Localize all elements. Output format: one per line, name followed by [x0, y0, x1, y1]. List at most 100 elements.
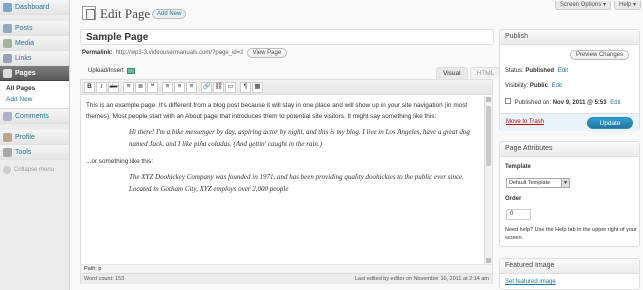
menu-label: Links	[15, 54, 32, 62]
status-row: Status: Published Edit	[505, 68, 568, 74]
attributes-help-text: Need help? Use the Help tab in the upper…	[505, 227, 637, 241]
add-new-button[interactable]: Add New	[152, 9, 187, 19]
editor-path: Path: p	[81, 264, 492, 273]
bullet-list-button[interactable]: ≡	[123, 81, 134, 93]
template-label: Template	[505, 164, 531, 170]
menu-item-tools[interactable]: Tools	[0, 145, 69, 160]
content-paragraph: This is an example page. It's different …	[86, 102, 468, 121]
align-left-button[interactable]: ≡	[162, 81, 173, 93]
page-title: Edit Page	[100, 6, 151, 21]
numbered-list-button[interactable]: ≣	[135, 81, 146, 93]
chevron-down-icon: ▼	[561, 179, 569, 187]
visibility-value: Public	[529, 83, 548, 89]
editor-status: Word count: 153 Last edited by editor on…	[81, 273, 492, 284]
last-edited: Last edited by editor on November 10, 20…	[354, 276, 489, 282]
edit-status-link[interactable]: Edit	[558, 68, 568, 74]
preview-changes-button[interactable]: Preview Changes	[569, 50, 629, 60]
scroll-down-arrow[interactable]	[486, 258, 491, 263]
strikethrough-button[interactable]: abc	[108, 81, 119, 93]
status-label: Status:	[505, 68, 524, 74]
editor-content[interactable]: This is an example page. It's different …	[86, 100, 484, 201]
screen-options-button[interactable]: Screen Options ▾	[555, 1, 612, 10]
italic-button[interactable]: I	[96, 81, 107, 93]
scroll-up-arrow[interactable]	[486, 97, 491, 102]
submenu-add-new[interactable]: Add New	[0, 94, 69, 105]
menu-item-dashboard[interactable]: Dashboard	[0, 0, 69, 15]
page-attributes-box: Page Attributes Template Default Templat…	[499, 141, 640, 247]
submenu-all-pages[interactable]: All Pages	[0, 83, 69, 94]
media-upload-icon[interactable]	[126, 68, 135, 74]
menu-label: Posts	[15, 24, 33, 32]
permalink-label: Permalink:	[82, 50, 113, 56]
menu-item-comments[interactable]: Comments	[0, 109, 69, 124]
tab-html[interactable]: HTML	[469, 67, 502, 79]
posts-icon	[3, 23, 12, 33]
content-paragraph: ...or something like this:	[86, 158, 154, 166]
featured-image-box: Featured Image Set featured image	[499, 258, 640, 290]
collapse-arrow-icon	[3, 166, 11, 174]
insert-more-button[interactable]: ▭	[225, 81, 236, 93]
menu-item-links[interactable]: Links	[0, 51, 69, 66]
edit-date-link[interactable]: Edit	[610, 100, 620, 106]
tab-visual[interactable]: Visual	[436, 67, 468, 79]
visibility-label: Visibility:	[505, 83, 529, 89]
post-title-input[interactable]: Sample Page	[80, 29, 494, 45]
upload-insert[interactable]: Upload/Insert	[88, 68, 135, 74]
scroll-thumb[interactable]	[486, 106, 491, 166]
menu-item-pages[interactable]: Pages	[0, 66, 69, 81]
publish-box: Publish Preview Changes Status: Publishe…	[499, 29, 640, 131]
media-icon	[3, 38, 12, 48]
menu-label: Comments	[15, 112, 49, 120]
calendar-icon	[505, 98, 511, 104]
move-to-trash-link[interactable]: Move to Trash	[506, 119, 544, 125]
status-value: Published	[525, 68, 555, 74]
editor-tabs: Visual HTML	[434, 67, 502, 79]
pages-icon	[3, 68, 12, 78]
align-center-button[interactable]: ≡	[174, 81, 185, 93]
links-icon	[3, 53, 12, 63]
template-value: Default Template	[509, 180, 551, 186]
unlink-button[interactable]: ⛓	[213, 81, 224, 93]
word-count: Word count: 153	[84, 276, 125, 282]
permalink-url: http://wp3-3.videousermanuals.com/?page_…	[115, 50, 244, 56]
editor-toolbar: B I abc ≡ ≣ ❝ ≡ ≡ ≡ 🔗 ⛓ ▭ ¶ ▦	[81, 80, 492, 95]
view-page-button[interactable]: View Page	[246, 48, 288, 58]
published-value: Nov 9, 2011 @ 5:53	[552, 100, 607, 106]
collapse-label: Collapse menu	[14, 167, 55, 173]
editor-scrollbar[interactable]	[484, 96, 492, 264]
order-input[interactable]: 0	[506, 209, 531, 220]
edit-visibility-link[interactable]: Edit	[552, 83, 562, 89]
profile-icon	[3, 132, 12, 142]
comments-icon	[3, 111, 12, 121]
content-editor: B I abc ≡ ≣ ❝ ≡ ≡ ≡ 🔗 ⛓ ▭ ¶ ▦ This is an…	[80, 79, 493, 284]
menu-item-posts[interactable]: Posts	[0, 21, 69, 36]
template-select[interactable]: Default Template ▼	[506, 178, 570, 188]
menu-label: Profile	[15, 133, 35, 141]
publish-heading: Publish	[500, 30, 639, 45]
content-blockquote: Hi there! I'm a bike messenger by day, a…	[129, 128, 470, 148]
help-button[interactable]: Help ▾	[614, 1, 642, 10]
page-edit-icon	[82, 6, 96, 20]
page-attributes-heading: Page Attributes	[500, 142, 639, 157]
menu-label: Pages	[15, 69, 36, 77]
bold-button[interactable]: B	[84, 81, 95, 93]
spellcheck-button[interactable]: ¶	[240, 81, 251, 93]
publish-actions: Move to Trash Update	[500, 113, 639, 131]
insert-link-button[interactable]: 🔗	[201, 81, 212, 93]
blockquote-button[interactable]: ❝	[147, 81, 158, 93]
menu-item-profile[interactable]: Profile	[0, 130, 69, 145]
collapse-menu-button[interactable]: Collapse menu	[0, 160, 69, 174]
tools-icon	[3, 147, 12, 157]
fullscreen-button[interactable]: ▦	[252, 81, 263, 93]
align-right-button[interactable]: ≡	[186, 81, 197, 93]
menu-label: Dashboard	[15, 3, 50, 11]
dashboard-icon	[3, 2, 12, 12]
permalink-row: Permalink: http://wp3-3.videousermanuals…	[82, 48, 288, 58]
screen-meta-links: Screen Options ▾ Help ▾	[555, 1, 642, 10]
set-featured-image-link[interactable]: Set featured image	[505, 279, 556, 285]
admin-menu: Dashboard Posts Media Links Pages All Pa…	[0, 0, 70, 290]
order-label: Order	[505, 196, 522, 202]
update-button[interactable]: Update	[587, 117, 633, 129]
content-blockquote: The XYZ Doohickey Company was founded in…	[129, 173, 464, 193]
menu-item-media[interactable]: Media	[0, 36, 69, 51]
